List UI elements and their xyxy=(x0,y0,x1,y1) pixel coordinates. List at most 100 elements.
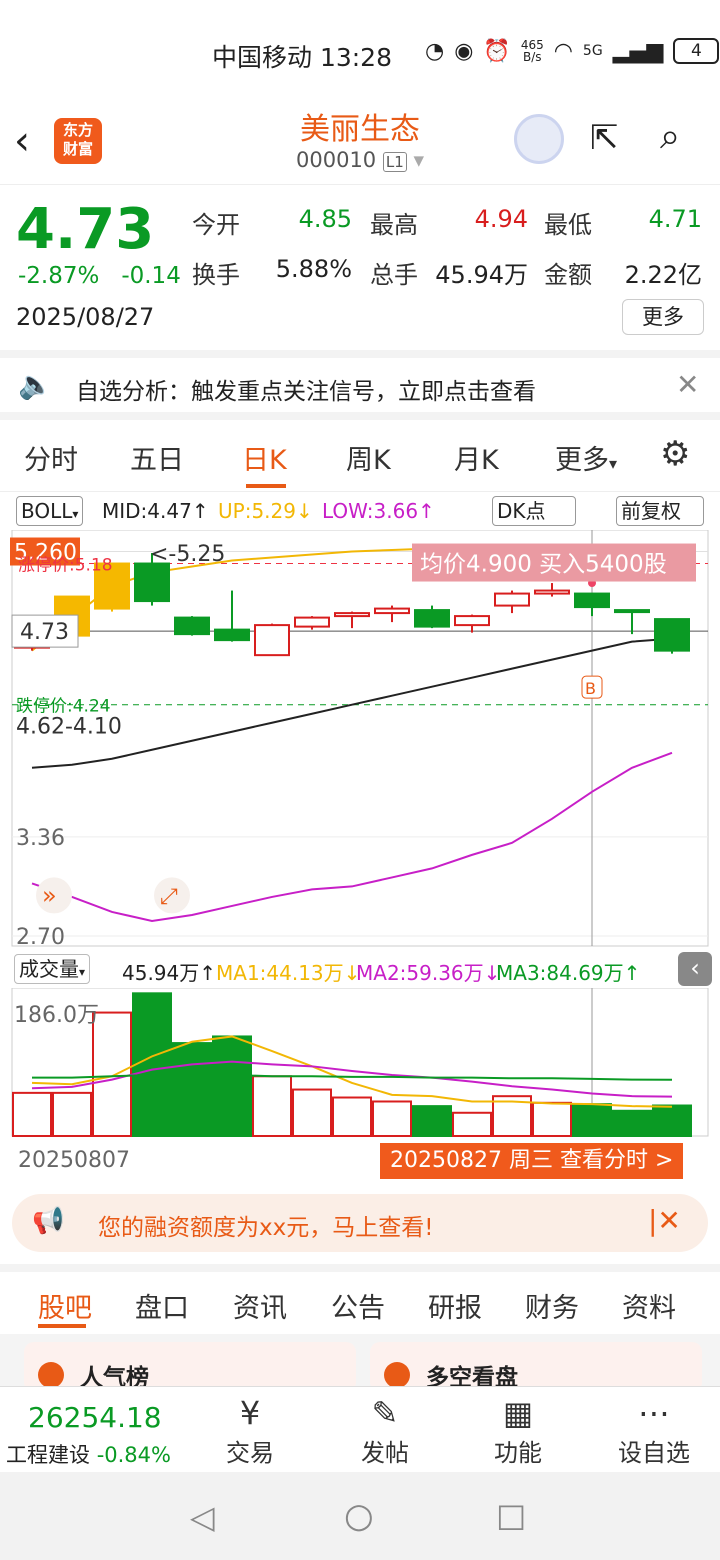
tab-announcements[interactable]: 公告 xyxy=(331,1286,385,1325)
candle xyxy=(334,612,370,618)
volume-bar xyxy=(572,1103,612,1137)
boll-low: LOW:3.66↑ xyxy=(322,499,435,523)
dk-point-button[interactable]: DK点 xyxy=(492,496,576,526)
kline-chart[interactable]: 5.260涨停价:5.18 <-5.25 均价4.900 买入5400股4.73跌停… xyxy=(0,530,720,950)
more-fields-button[interactable]: 更多 xyxy=(622,299,704,335)
vs-icon xyxy=(384,1362,410,1388)
volume-bar xyxy=(212,1035,252,1137)
alarm-icon: ⏰ xyxy=(483,38,511,64)
limit-up-label: 涨停价:5.18 xyxy=(18,556,113,576)
indicator-selector[interactable]: BOLL▾ xyxy=(16,496,84,526)
carrier-time: 中国移动 13:28 xyxy=(212,43,392,72)
price-change: -2.87% -0.14 xyxy=(18,263,181,289)
trade-button[interactable]: ¥ 交易 xyxy=(210,1393,290,1468)
speed-gauge-icon: ◔ xyxy=(425,38,445,64)
candle xyxy=(214,628,250,642)
tab-more[interactable]: 更多▾ xyxy=(555,438,617,477)
limit-down-label: 跌停价:4.24 xyxy=(16,697,111,717)
chevron-down-icon: ▾ xyxy=(609,454,618,473)
wifi-icon: ◠ xyxy=(553,38,573,64)
tab-profile[interactable]: 资料 xyxy=(622,1286,676,1325)
candle xyxy=(294,616,330,628)
functions-button[interactable]: ▦ 功能 xyxy=(478,1393,558,1468)
field-label: 金额 xyxy=(544,261,592,289)
yen-cycle-icon: ¥ xyxy=(239,1394,261,1432)
boll-up: UP:5.29↓ xyxy=(218,499,313,523)
volume-bar xyxy=(132,992,172,1138)
scroll-left-glyph: » xyxy=(42,881,57,909)
nav-home-icon[interactable]: ○ xyxy=(344,1496,374,1536)
quote-panel: 4.73 -2.87% -0.14 2025/08/27 今开 4.85 最高 … xyxy=(0,184,720,350)
active-tab-underline xyxy=(38,1324,86,1328)
field-label: 今开 xyxy=(192,211,240,239)
vol-ma1: MA1:44.13万↓ xyxy=(216,961,361,985)
volume-value: 45.94万↑ xyxy=(122,961,217,985)
high-mark-label: <-5.25 xyxy=(150,542,225,567)
net-speed: 465 B/s xyxy=(520,38,544,64)
active-tab-underline xyxy=(246,484,286,488)
share-icon[interactable]: ⇱ xyxy=(590,118,619,158)
notice-text: 自选分析：触发重点关注信号，立即点击查看 xyxy=(76,379,536,405)
view-intraday-tag[interactable]: 20250827 周三 查看分时 > xyxy=(380,1143,684,1179)
tab-daily-k[interactable]: 日K xyxy=(242,438,287,477)
close-icon[interactable]: ✕ xyxy=(676,368,699,401)
y-bottom-label: 2.70 xyxy=(16,925,65,950)
tab-weekly-k[interactable]: 周K xyxy=(346,438,391,477)
candle xyxy=(254,624,290,657)
popularity-card[interactable]: 人气榜 xyxy=(24,1342,356,1392)
tab-orderbook[interactable]: 盘口 xyxy=(135,1286,189,1325)
adjust-mode-button[interactable]: 前复权 xyxy=(616,496,704,526)
search-icon[interactable]: ⌕ xyxy=(660,116,680,158)
volume-chart[interactable]: 186.0万 xyxy=(0,988,720,1140)
nav-recents-icon[interactable]: □ xyxy=(496,1496,526,1534)
close-icon[interactable]: |✕ xyxy=(648,1204,681,1237)
boll-mid-line xyxy=(31,637,673,769)
robot-assistant-icon[interactable] xyxy=(514,114,564,164)
volume-bar xyxy=(292,1088,332,1137)
analysis-notice[interactable]: 🔈 自选分析：触发重点关注信号，立即点击查看 ✕ xyxy=(0,350,720,420)
banner-text: 您的融资额度为xx元，马上查看! xyxy=(98,1215,434,1241)
tab-research[interactable]: 研报 xyxy=(428,1286,482,1325)
tab-intraday[interactable]: 分时 xyxy=(24,438,78,477)
nav-back-icon[interactable]: ◁ xyxy=(190,1498,215,1536)
content-tabs: 股吧 盘口 资讯 公告 研报 财务 资料 xyxy=(0,1264,720,1334)
vol-ma2: MA2:59.36万↓ xyxy=(356,961,501,985)
volume-bar xyxy=(612,1109,652,1137)
collapse-panel-icon[interactable]: ‹ xyxy=(678,952,712,986)
volume-bar xyxy=(452,1111,492,1137)
add-watchlist-button[interactable]: ⋯ 设自选 xyxy=(606,1393,702,1468)
current-price-label: 4.73 xyxy=(20,620,69,645)
volume-bar xyxy=(652,1104,692,1137)
post-button[interactable]: ✎ 发帖 xyxy=(345,1393,425,1468)
candle xyxy=(654,618,690,652)
volume-bar xyxy=(172,1042,212,1137)
gear-icon[interactable]: ⚙ xyxy=(660,434,690,474)
edit-icon: ✎ xyxy=(371,1394,399,1432)
tab-financials[interactable]: 财务 xyxy=(525,1286,579,1325)
tab-five-day[interactable]: 五日 xyxy=(130,438,184,477)
field-label: 最低 xyxy=(544,211,592,239)
tab-news[interactable]: 资讯 xyxy=(233,1286,287,1325)
volume-selector[interactable]: 成交量▾ xyxy=(14,954,91,984)
field-value: 4.85 xyxy=(298,205,352,233)
b-marker-label: B xyxy=(585,679,596,698)
volume-bar xyxy=(252,1075,292,1137)
status-bar: 中国移动 13:28 ◔ ◉ ⏰ 465 B/s ◠ 5G ▂▄▆ 4 xyxy=(0,0,720,100)
volume-bar xyxy=(52,1091,92,1138)
signal-icon: ▂▄▆ xyxy=(612,38,664,64)
financing-banner[interactable]: 📢 您的融资额度为xx元，马上查看! |✕ xyxy=(12,1194,708,1252)
index-name[interactable]: 工程建设 -0.84% xyxy=(6,1439,171,1469)
candle xyxy=(134,562,170,603)
battery-icon: 4 xyxy=(673,38,720,64)
boll-mid: MID:4.47↑ xyxy=(102,499,209,523)
candle xyxy=(454,615,490,627)
avg-buy-label: 均价4.900 买入5400股 xyxy=(420,552,667,578)
volume-indicator-bar: 成交量▾ 45.94万↑ MA1:44.13万↓ MA2:59.36万↓ MA3… xyxy=(0,952,720,988)
tab-monthly-k[interactable]: 月K xyxy=(454,438,499,477)
long-short-card[interactable]: 多空看盘 xyxy=(370,1342,702,1392)
field-label: 换手 xyxy=(192,261,240,289)
tab-forum[interactable]: 股吧 xyxy=(38,1286,92,1325)
grid-icon: ▦ xyxy=(502,1394,534,1432)
index-value[interactable]: 26254.18 xyxy=(28,1401,162,1434)
candle xyxy=(614,609,650,614)
